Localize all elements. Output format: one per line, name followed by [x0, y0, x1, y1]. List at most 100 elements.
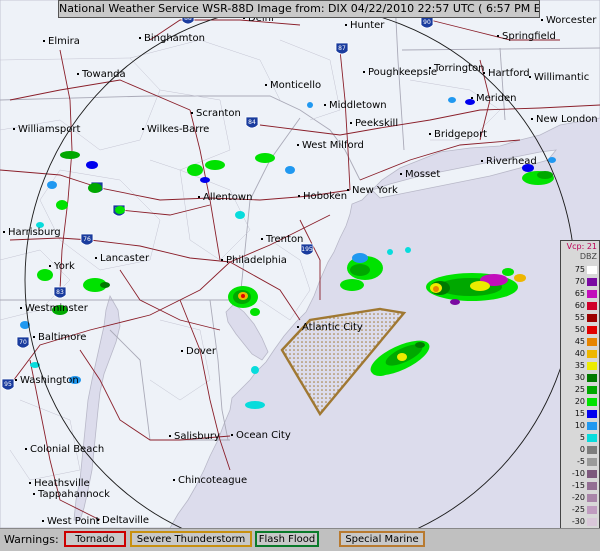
city-label: Peekskill	[355, 118, 398, 129]
city-marker	[529, 76, 531, 78]
legend-value: -25	[571, 505, 585, 514]
city-marker	[191, 112, 193, 114]
city-marker	[350, 122, 352, 124]
city-label: Monticello	[270, 80, 321, 91]
legend-row: 15	[561, 409, 599, 419]
legend-value: 60	[574, 301, 585, 310]
city-marker	[198, 196, 200, 198]
legend-row: -15	[561, 481, 599, 491]
city-marker	[29, 482, 31, 484]
legend-header: Vcp: 21 DBZ	[561, 241, 599, 263]
city-marker	[43, 40, 45, 42]
legend-swatch	[587, 470, 597, 478]
city-marker	[13, 128, 15, 130]
interstate-number: 87	[338, 45, 346, 52]
radar-map[interactable]: 88878480787619583709590	[0, 0, 600, 528]
city-marker	[33, 493, 35, 495]
city-label: Heathsville	[34, 478, 90, 489]
city-label: Atlantic City	[302, 322, 363, 333]
city-label: Williamsport	[18, 124, 80, 135]
legend-swatch	[587, 314, 597, 322]
legend-value: -30	[571, 517, 585, 526]
city-marker	[297, 326, 299, 328]
city-marker	[221, 259, 223, 261]
legend-swatch	[587, 374, 597, 382]
city-marker	[297, 144, 299, 146]
legend-row: -30	[561, 517, 599, 527]
legend-value: -5	[577, 457, 585, 466]
tornado-warning-button[interactable]: Tornado	[64, 531, 126, 547]
city-marker	[481, 160, 483, 162]
severe-thunderstorm-warning-button[interactable]: Severe Thunderstorm	[130, 531, 252, 547]
legend-row: 55	[561, 313, 599, 323]
interstate-shield: 195	[300, 243, 314, 256]
city-marker	[181, 350, 183, 352]
city-label: Dover	[186, 346, 217, 357]
city-label: Baltimore	[38, 332, 86, 343]
city-marker	[77, 73, 79, 75]
city-label: West Point	[47, 516, 100, 527]
interstate-shield: 95	[1, 378, 15, 391]
interstate-shield: 84	[245, 116, 259, 129]
legend-value: 35	[574, 361, 585, 370]
legend-swatch	[587, 266, 597, 274]
city-marker	[483, 72, 485, 74]
legend-value: 15	[574, 409, 585, 418]
city-label: Mosset	[405, 169, 440, 180]
legend-row: 5	[561, 433, 599, 443]
legend-value: 75	[574, 265, 585, 274]
legend-row: 20	[561, 397, 599, 407]
city-marker	[429, 67, 431, 69]
city-label: Riverhead	[486, 156, 537, 167]
special-marine-warning-button[interactable]: Special Marine	[339, 531, 425, 547]
city-marker	[429, 133, 431, 135]
city-marker	[15, 379, 17, 381]
legend-value: 65	[574, 289, 585, 298]
legend-swatch	[587, 434, 597, 442]
legend-value: 10	[574, 421, 585, 430]
interstate-number: 84	[248, 119, 256, 126]
legend-value: 40	[574, 349, 585, 358]
interstate-shield: 70	[16, 336, 30, 349]
city-marker	[265, 84, 267, 86]
city-marker	[20, 307, 22, 309]
city-marker	[3, 231, 5, 233]
city-label: Poughkeepsie	[368, 67, 437, 78]
city-label: Trenton	[265, 234, 303, 245]
legend-swatch	[587, 446, 597, 454]
city-marker	[97, 519, 99, 521]
city-marker	[42, 520, 44, 522]
flash-flood-warning-button[interactable]: Flash Flood	[255, 531, 319, 547]
city-marker	[471, 97, 473, 99]
city-label: Binghamton	[144, 33, 205, 44]
legend-value: -10	[571, 469, 585, 478]
interstate-shield: 87	[335, 42, 349, 55]
city-label: Elmira	[48, 36, 80, 47]
city-label: Wilkes-Barre	[147, 124, 209, 135]
city-label: Springfield	[502, 31, 556, 42]
interstate-shield: 76	[80, 233, 94, 246]
city-label: Harrisburg	[8, 227, 61, 238]
city-marker	[173, 479, 175, 481]
city-label: Salisbury	[174, 431, 220, 442]
city-marker	[531, 118, 533, 120]
legend-swatch	[587, 386, 597, 394]
legend-row: 35	[561, 361, 599, 371]
city-marker	[25, 448, 27, 450]
city-label: Towanda	[81, 69, 126, 80]
legend-row: 40	[561, 349, 599, 359]
legend-swatch	[587, 458, 597, 466]
city-label: Westminster	[25, 303, 89, 314]
city-marker	[345, 24, 347, 26]
city-marker	[363, 71, 365, 73]
city-label: Washington	[20, 375, 79, 386]
legend-swatch	[587, 494, 597, 502]
city-marker	[231, 434, 233, 436]
city-marker	[95, 257, 97, 259]
legend-row: 60	[561, 301, 599, 311]
legend-value: 55	[574, 313, 585, 322]
legend-row: 75	[561, 265, 599, 275]
interstate-number: 70	[19, 339, 27, 346]
radar-image-title: National Weather Service WSR-88D Image f…	[58, 0, 540, 18]
city-label: Philadelphia	[226, 255, 287, 266]
